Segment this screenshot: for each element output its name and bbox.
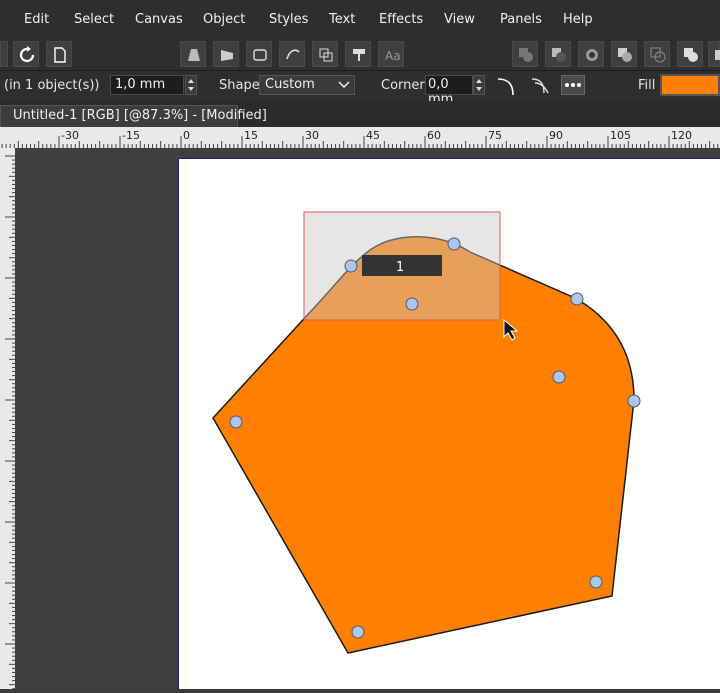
node-handle[interactable] — [447, 237, 461, 251]
node-handle[interactable] — [627, 394, 641, 408]
node-tooltip: 1 — [362, 255, 442, 276]
tooltip-value: 1 — [396, 260, 404, 275]
node-handle[interactable] — [552, 370, 566, 384]
node-handle[interactable] — [351, 625, 365, 639]
node-handle[interactable] — [589, 575, 603, 589]
node-handle[interactable] — [405, 297, 419, 311]
node-handle[interactable] — [344, 259, 358, 273]
canvas-layer[interactable]: 1 — [0, 0, 720, 689]
node-handle[interactable] — [570, 292, 584, 306]
node-handle[interactable] — [229, 415, 243, 429]
